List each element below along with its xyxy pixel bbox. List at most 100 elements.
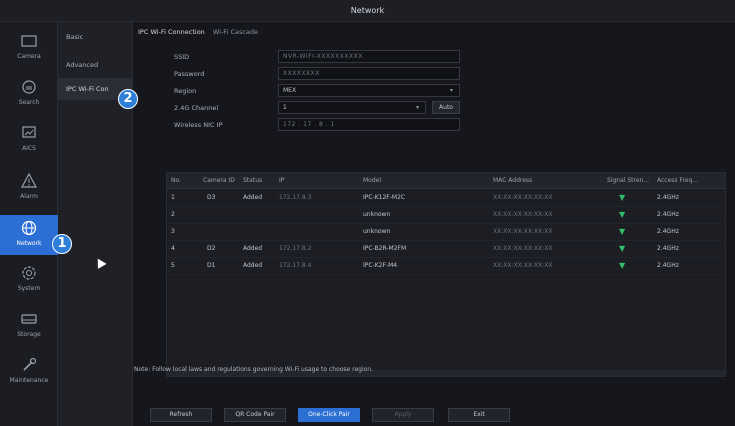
nav-search[interactable]: Search xyxy=(0,74,58,114)
nav-network[interactable]: Network xyxy=(0,215,58,255)
globe-icon xyxy=(21,220,37,236)
wifi-signal-icon: ▼ xyxy=(619,261,626,270)
cell-camera-id: D3 xyxy=(207,194,216,201)
region-label: Region xyxy=(174,87,197,95)
cell-no: 5 xyxy=(171,262,175,269)
wrench-icon xyxy=(23,357,37,371)
wifi-signal-icon: ▼ xyxy=(619,244,626,253)
cell-ip: 172.17.8.2 xyxy=(279,245,312,252)
one-click-pair-button[interactable]: One-Click Pair xyxy=(298,408,360,422)
tab-ipc-wifi-connection[interactable]: IPC Wi-Fi Connection xyxy=(138,28,205,36)
subnav-advanced[interactable]: Advanced xyxy=(58,54,133,76)
tab-wifi-cascade[interactable]: Wi-Fi Cascade xyxy=(213,28,258,36)
channel-label: 2.4G Channel xyxy=(174,104,219,112)
cell-model: unknown xyxy=(363,211,391,218)
cell-mac: XX:XX:XX:XX:XX:XX xyxy=(493,245,553,252)
camera-icon xyxy=(21,35,37,47)
col-ip[interactable]: IP xyxy=(279,173,284,189)
cell-no: 2 xyxy=(171,211,175,218)
nav-alarm-label: Alarm xyxy=(20,193,38,200)
cell-freq: 2.4GHz xyxy=(657,228,679,235)
cell-mac: XX:XX:XX:XX:XX:XX xyxy=(493,228,553,235)
cell-no: 3 xyxy=(171,228,175,235)
ssid-value: NVR-WIFI-XXXXXXXXXX xyxy=(283,53,363,60)
table-row[interactable]: 1 D3 Added 172.17.8.3 IPC-K12F-M2C XX:XX… xyxy=(167,190,725,207)
wifi-signal-icon: ▼ xyxy=(619,193,626,202)
nav-camera[interactable]: Camera xyxy=(0,28,58,68)
nav-search-label: Search xyxy=(18,99,40,106)
storage-icon xyxy=(21,314,37,324)
alarm-icon xyxy=(20,172,38,188)
annotation-badge-1: 1 xyxy=(52,234,72,254)
cell-mac: XX:XX:XX:XX:XX:XX xyxy=(493,194,553,201)
gear-icon xyxy=(22,266,36,280)
sub-nav: Basic Advanced IPC Wi-Fi Con xyxy=(58,22,133,426)
chevron-down-icon: ▾ xyxy=(449,87,453,94)
col-no[interactable]: No. xyxy=(171,173,181,189)
cell-no: 4 xyxy=(171,245,175,252)
cell-camera-id: D2 xyxy=(207,245,216,252)
ai-icon xyxy=(22,126,36,138)
password-field[interactable]: XXXXXXXX xyxy=(278,67,460,80)
content-area: IPC Wi-Fi Connection Wi-Fi Cascade SSID … xyxy=(134,22,735,426)
cell-ip: 172.17.8.4 xyxy=(279,262,312,269)
ssid-label: SSID xyxy=(174,53,190,61)
nav-maintenance[interactable]: Maintenance xyxy=(0,352,58,392)
nav-system-label: System xyxy=(17,285,41,292)
table-row[interactable]: 5 D1 Added 172.17.8.4 IPC-K2F-M4 XX:XX:X… xyxy=(167,258,725,275)
tab-bar: IPC Wi-Fi Connection Wi-Fi Cascade xyxy=(138,28,264,42)
cell-status: Added xyxy=(243,194,263,201)
wifi-signal-icon: ▼ xyxy=(619,210,626,219)
cell-camera-id: D1 xyxy=(207,262,216,269)
camera-table: No. Camera ID Status IP Model MAC Addres… xyxy=(166,172,726,377)
nav-alarm[interactable]: Alarm xyxy=(0,168,58,208)
col-freq[interactable]: Access Freq... xyxy=(657,173,698,189)
table-row[interactable]: 2 unknown XX:XX:XX:XX:XX:XX ▼ 2.4GHz xyxy=(167,207,725,224)
nav-aics-label: AICS xyxy=(22,145,36,152)
cell-status: Added xyxy=(243,262,263,269)
exit-button[interactable]: Exit xyxy=(448,408,510,422)
qr-code-pair-button[interactable]: QR Code Pair xyxy=(224,408,286,422)
left-nav: Camera Search AICS Alarm Network System … xyxy=(0,22,58,426)
nav-system[interactable]: System xyxy=(0,260,58,300)
table-header: No. Camera ID Status IP Model MAC Addres… xyxy=(167,173,725,189)
auto-button[interactable]: Auto xyxy=(432,101,460,114)
password-value: XXXXXXXX xyxy=(283,70,320,77)
cell-freq: 2.4GHz xyxy=(657,211,679,218)
cell-model: IPC-B2R-M2FM xyxy=(363,245,407,252)
nav-maintenance-label: Maintenance xyxy=(9,377,49,384)
chevron-down-icon: ▾ xyxy=(415,104,419,111)
wireless-ip-field[interactable]: 172 . 17 . 8 . 1 xyxy=(278,118,460,131)
nav-storage[interactable]: Storage xyxy=(0,306,58,346)
region-select[interactable]: MEX ▾ xyxy=(278,84,460,97)
ssid-field[interactable]: NVR-WIFI-XXXXXXXXXX xyxy=(278,50,460,63)
subnav-basic[interactable]: Basic xyxy=(58,26,133,48)
cell-mac: XX:XX:XX:XX:XX:XX xyxy=(493,262,553,269)
cell-model: IPC-K2F-M4 xyxy=(363,262,398,269)
cell-no: 1 xyxy=(171,194,175,201)
password-label: Password xyxy=(174,70,205,78)
channel-select[interactable]: 1 ▾ xyxy=(278,101,426,114)
cell-ip: 172.17.8.3 xyxy=(279,194,312,201)
apply-button[interactable]: Apply xyxy=(372,408,434,422)
nav-camera-label: Camera xyxy=(17,53,41,60)
nav-storage-label: Storage xyxy=(17,331,41,338)
nav-aics[interactable]: AICS xyxy=(0,120,58,160)
refresh-button[interactable]: Refresh xyxy=(150,408,212,422)
col-signal[interactable]: Signal Stren... xyxy=(607,173,649,189)
wifi-signal-icon: ▼ xyxy=(619,227,626,236)
cell-model: unknown xyxy=(363,228,391,235)
region-value: MEX xyxy=(283,87,297,94)
table-row[interactable]: 3 unknown XX:XX:XX:XX:XX:XX ▼ 2.4GHz xyxy=(167,224,725,241)
col-model[interactable]: Model xyxy=(363,173,381,189)
search-icon xyxy=(22,80,36,94)
button-bar: Refresh QR Code Pair One-Click Pair Appl… xyxy=(134,406,735,426)
col-status[interactable]: Status xyxy=(243,173,262,189)
col-mac[interactable]: MAC Address xyxy=(493,173,532,189)
cell-freq: 2.4GHz xyxy=(657,194,679,201)
window-title: Network xyxy=(0,0,735,22)
annotation-badge-2: 2 xyxy=(118,89,138,109)
col-camera-id[interactable]: Camera ID xyxy=(203,173,235,189)
cell-freq: 2.4GHz xyxy=(657,245,679,252)
table-row[interactable]: 4 D2 Added 172.17.8.2 IPC-B2R-M2FM XX:XX… xyxy=(167,241,725,258)
